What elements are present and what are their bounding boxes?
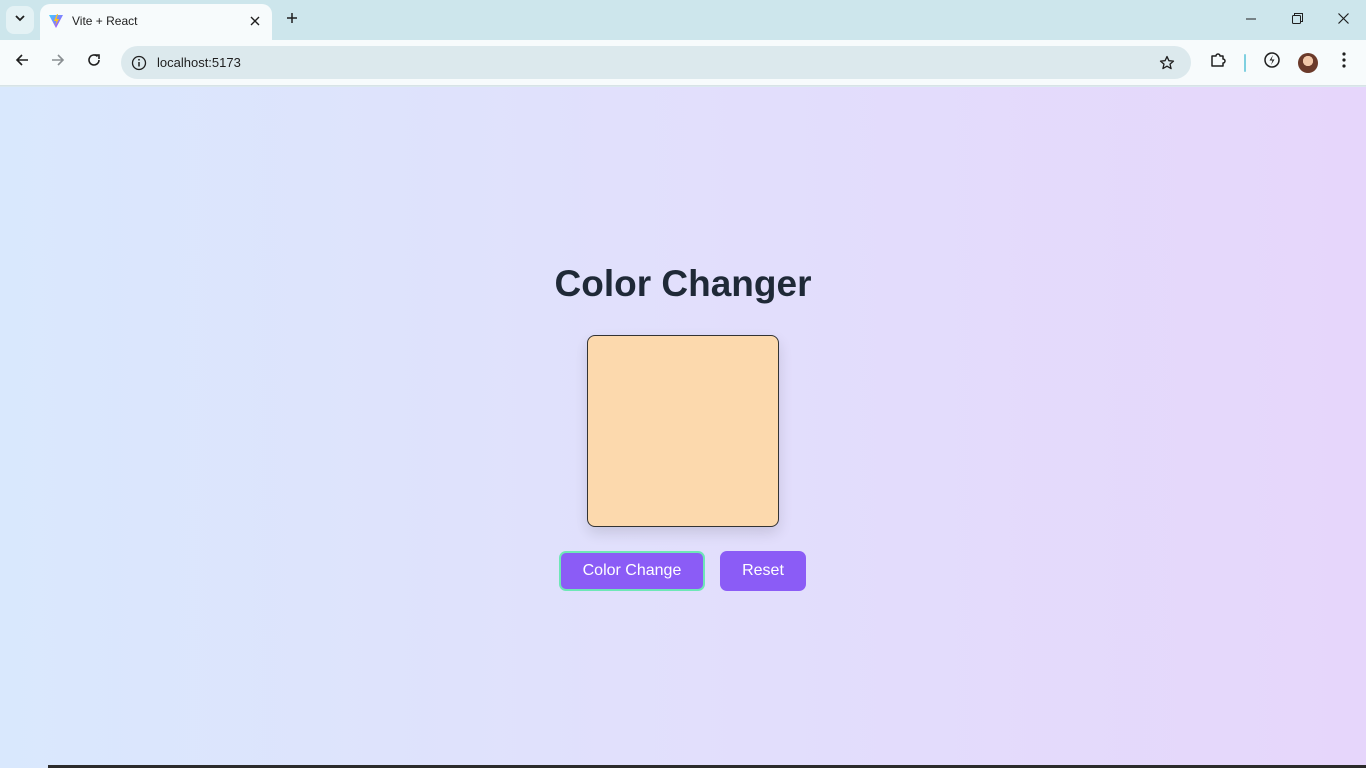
minimize-icon xyxy=(1246,11,1256,29)
plus-icon xyxy=(286,11,298,29)
address-bar[interactable]: localhost:5173 xyxy=(121,46,1191,79)
tab-search-button[interactable] xyxy=(6,6,34,34)
forward-button[interactable] xyxy=(43,47,73,77)
browser-toolbar: localhost:5173 xyxy=(0,40,1366,86)
extensions-button[interactable] xyxy=(1204,48,1232,76)
new-tab-button[interactable] xyxy=(280,8,304,32)
info-icon[interactable] xyxy=(129,53,149,73)
color-change-button[interactable]: Color Change xyxy=(559,551,705,591)
chevron-down-icon xyxy=(14,11,26,29)
tab-strip: Vite + React xyxy=(0,0,1366,40)
browser-tab[interactable]: Vite + React xyxy=(40,4,272,40)
url-text[interactable]: localhost:5173 xyxy=(157,55,241,70)
reload-icon xyxy=(87,53,101,72)
arrow-left-icon xyxy=(15,53,29,72)
color-swatch xyxy=(587,335,779,527)
minimize-button[interactable] xyxy=(1228,0,1274,40)
close-icon xyxy=(1337,11,1349,29)
avatar[interactable] xyxy=(1298,53,1318,73)
restore-button[interactable] xyxy=(1274,0,1320,40)
close-window-button[interactable] xyxy=(1320,0,1366,40)
arrow-right-icon xyxy=(51,53,65,72)
restore-icon xyxy=(1291,11,1303,29)
tab-title: Vite + React xyxy=(72,14,138,28)
reset-button[interactable]: Reset xyxy=(720,551,806,591)
page-viewport: Color Changer Color Change Reset xyxy=(0,87,1366,768)
performance-button[interactable] xyxy=(1258,48,1286,76)
star-icon[interactable] xyxy=(1157,53,1177,73)
close-icon[interactable] xyxy=(246,12,264,30)
page-title: Color Changer xyxy=(554,263,812,304)
toolbar-divider xyxy=(1244,54,1246,72)
lightning-icon xyxy=(1263,51,1281,74)
back-button[interactable] xyxy=(7,47,37,77)
menu-button[interactable] xyxy=(1330,48,1358,76)
reload-button[interactable] xyxy=(79,47,109,77)
more-vertical-icon xyxy=(1342,51,1346,73)
puzzle-icon xyxy=(1209,51,1227,74)
vite-logo-icon xyxy=(48,13,64,29)
